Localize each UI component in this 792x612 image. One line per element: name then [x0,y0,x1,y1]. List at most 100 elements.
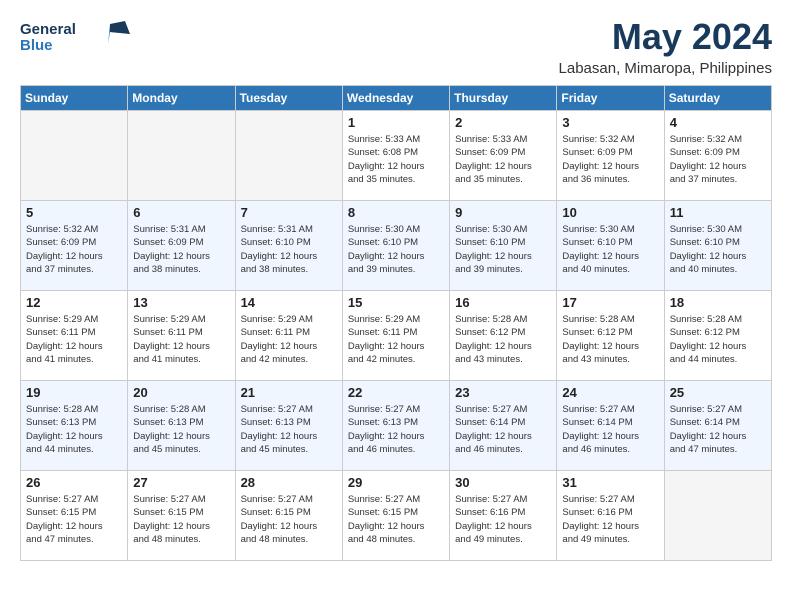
week-row-4: 19 Sunrise: 5:28 AM Sunset: 6:13 PM Dayli… [21,381,772,471]
logo-text: General Blue [20,16,130,63]
calendar-cell: 10 Sunrise: 5:30 AM Sunset: 6:10 PM Dayli… [557,201,664,291]
calendar-cell: 22 Sunrise: 5:27 AM Sunset: 6:13 PM Dayli… [342,381,449,471]
day-info: Sunrise: 5:28 AM Sunset: 6:12 PM Dayligh… [455,313,551,366]
header-row: SundayMondayTuesdayWednesdayThursdayFrid… [21,86,772,111]
day-info: Sunrise: 5:30 AM Sunset: 6:10 PM Dayligh… [562,223,658,276]
calendar-cell: 5Sunrise: 5:32 AM Sunset: 6:09 PM Daylig… [21,201,128,291]
day-number: 8 [348,205,444,220]
calendar-cell: 23 Sunrise: 5:27 AM Sunset: 6:14 PM Dayli… [450,381,557,471]
day-number: 30 [455,475,551,490]
col-header-friday: Friday [557,86,664,111]
day-number: 23 [455,385,551,400]
day-info: Sunrise: 5:29 AM Sunset: 6:11 PM Dayligh… [133,313,229,366]
calendar-cell: 18Sunrise: 5:28 AM Sunset: 6:12 PM Dayli… [664,291,771,381]
day-number: 2 [455,115,551,130]
day-number: 25 [670,385,766,400]
day-number: 12 [26,295,122,310]
day-info: Sunrise: 5:27 AM Sunset: 6:14 PM Dayligh… [455,403,551,456]
month-title: May 2024 [559,16,772,58]
day-number: 1 [348,115,444,130]
day-info: Sunrise: 5:30 AM Sunset: 6:10 PM Dayligh… [348,223,444,276]
calendar-cell: 6 Sunrise: 5:31 AM Sunset: 6:09 PM Daylig… [128,201,235,291]
day-number: 18 [670,295,766,310]
calendar-cell [21,111,128,201]
day-info: Sunrise: 5:33 AM Sunset: 6:09 PM Dayligh… [455,133,551,186]
calendar-cell: 25 Sunrise: 5:27 AM Sunset: 6:14 PM Dayli… [664,381,771,471]
week-row-5: 26 Sunrise: 5:27 AM Sunset: 6:15 PM Dayli… [21,471,772,561]
logo: General Blue [20,16,130,63]
day-info: Sunrise: 5:27 AM Sunset: 6:14 PM Dayligh… [562,403,658,456]
day-number: 22 [348,385,444,400]
day-info: Sunrise: 5:31 AM Sunset: 6:09 PM Dayligh… [133,223,229,276]
day-info: Sunrise: 5:27 AM Sunset: 6:13 PM Dayligh… [348,403,444,456]
day-info: Sunrise: 5:28 AM Sunset: 6:13 PM Dayligh… [26,403,122,456]
week-row-3: 12 Sunrise: 5:29 AM Sunset: 6:11 PM Dayli… [21,291,772,381]
day-info: Sunrise: 5:27 AM Sunset: 6:15 PM Dayligh… [26,493,122,546]
day-info: Sunrise: 5:28 AM Sunset: 6:13 PM Dayligh… [133,403,229,456]
day-number: 31 [562,475,658,490]
day-number: 28 [241,475,337,490]
day-number: 27 [133,475,229,490]
calendar-cell: 20 Sunrise: 5:28 AM Sunset: 6:13 PM Dayli… [128,381,235,471]
day-number: 11 [670,205,766,220]
col-header-tuesday: Tuesday [235,86,342,111]
week-row-1: 1 Sunrise: 5:33 AM Sunset: 6:08 PM Daylig… [21,111,772,201]
day-info: Sunrise: 5:30 AM Sunset: 6:10 PM Dayligh… [455,223,551,276]
day-number: 10 [562,205,658,220]
day-number: 3 [562,115,658,130]
day-number: 21 [241,385,337,400]
day-info: Sunrise: 5:27 AM Sunset: 6:16 PM Dayligh… [455,493,551,546]
calendar-cell: 7 Sunrise: 5:31 AM Sunset: 6:10 PM Daylig… [235,201,342,291]
svg-text:General: General [20,21,76,38]
title-block: May 2024 Labasan, Mimaropa, Philippines [559,16,772,77]
day-info: Sunrise: 5:29 AM Sunset: 6:11 PM Dayligh… [348,313,444,366]
day-number: 9 [455,205,551,220]
day-info: Sunrise: 5:29 AM Sunset: 6:11 PM Dayligh… [241,313,337,366]
calendar-cell: 2 Sunrise: 5:33 AM Sunset: 6:09 PM Daylig… [450,111,557,201]
day-info: Sunrise: 5:33 AM Sunset: 6:08 PM Dayligh… [348,133,444,186]
calendar-cell: 27 Sunrise: 5:27 AM Sunset: 6:15 PM Dayli… [128,471,235,561]
calendar-cell: 3Sunrise: 5:32 AM Sunset: 6:09 PM Daylig… [557,111,664,201]
calendar-cell: 1 Sunrise: 5:33 AM Sunset: 6:08 PM Daylig… [342,111,449,201]
calendar-cell: 12 Sunrise: 5:29 AM Sunset: 6:11 PM Dayli… [21,291,128,381]
day-number: 19 [26,385,122,400]
week-row-2: 5Sunrise: 5:32 AM Sunset: 6:09 PM Daylig… [21,201,772,291]
day-info: Sunrise: 5:27 AM Sunset: 6:16 PM Dayligh… [562,493,658,546]
day-info: Sunrise: 5:32 AM Sunset: 6:09 PM Dayligh… [670,133,766,186]
calendar-cell: 9 Sunrise: 5:30 AM Sunset: 6:10 PM Daylig… [450,201,557,291]
calendar-cell: 31 Sunrise: 5:27 AM Sunset: 6:16 PM Dayli… [557,471,664,561]
col-header-saturday: Saturday [664,86,771,111]
day-number: 20 [133,385,229,400]
calendar-cell: 21Sunrise: 5:27 AM Sunset: 6:13 PM Dayli… [235,381,342,471]
calendar-cell: 26 Sunrise: 5:27 AM Sunset: 6:15 PM Dayli… [21,471,128,561]
day-number: 16 [455,295,551,310]
calendar-cell [664,471,771,561]
day-info: Sunrise: 5:27 AM Sunset: 6:15 PM Dayligh… [348,493,444,546]
day-number: 4 [670,115,766,130]
day-info: Sunrise: 5:27 AM Sunset: 6:14 PM Dayligh… [670,403,766,456]
day-number: 15 [348,295,444,310]
day-number: 29 [348,475,444,490]
calendar-cell: 8 Sunrise: 5:30 AM Sunset: 6:10 PM Daylig… [342,201,449,291]
day-info: Sunrise: 5:27 AM Sunset: 6:15 PM Dayligh… [241,493,337,546]
calendar-cell: 11Sunrise: 5:30 AM Sunset: 6:10 PM Dayli… [664,201,771,291]
calendar-cell [235,111,342,201]
col-header-thursday: Thursday [450,86,557,111]
calendar-cell: 16 Sunrise: 5:28 AM Sunset: 6:12 PM Dayli… [450,291,557,381]
col-header-sunday: Sunday [21,86,128,111]
col-header-monday: Monday [128,86,235,111]
calendar-cell: 30 Sunrise: 5:27 AM Sunset: 6:16 PM Dayli… [450,471,557,561]
calendar-cell: 14 Sunrise: 5:29 AM Sunset: 6:11 PM Dayli… [235,291,342,381]
day-info: Sunrise: 5:31 AM Sunset: 6:10 PM Dayligh… [241,223,337,276]
day-info: Sunrise: 5:27 AM Sunset: 6:15 PM Dayligh… [133,493,229,546]
day-number: 7 [241,205,337,220]
day-info: Sunrise: 5:28 AM Sunset: 6:12 PM Dayligh… [562,313,658,366]
calendar-cell: 19 Sunrise: 5:28 AM Sunset: 6:13 PM Dayli… [21,381,128,471]
day-number: 13 [133,295,229,310]
calendar-cell: 15 Sunrise: 5:29 AM Sunset: 6:11 PM Dayli… [342,291,449,381]
col-header-wednesday: Wednesday [342,86,449,111]
day-number: 6 [133,205,229,220]
day-number: 14 [241,295,337,310]
day-number: 26 [26,475,122,490]
day-info: Sunrise: 5:29 AM Sunset: 6:11 PM Dayligh… [26,313,122,366]
